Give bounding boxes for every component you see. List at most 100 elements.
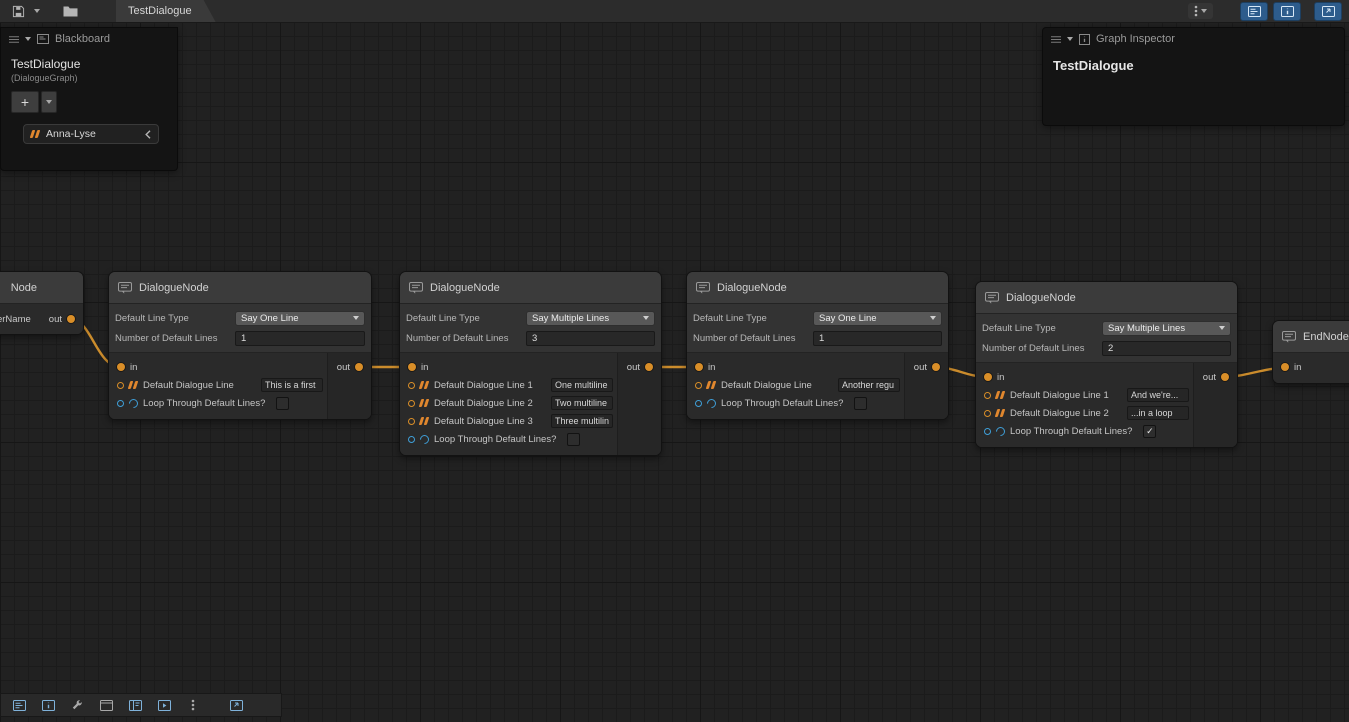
blackboard-graph-name: TestDialogue xyxy=(11,57,177,71)
loop-checkbox[interactable] xyxy=(567,433,580,446)
line-type-value: Say Multiple Lines xyxy=(1108,323,1185,334)
bottom-toolbar xyxy=(0,693,282,717)
line-port[interactable] xyxy=(695,382,702,389)
preview-toggle-button[interactable] xyxy=(1314,2,1342,21)
in-port[interactable] xyxy=(117,363,125,371)
line-type-dropdown[interactable]: Say One Line xyxy=(235,311,365,326)
blackboard-panel-icon xyxy=(13,700,26,711)
preview-play-button[interactable] xyxy=(151,696,177,714)
loop-checkbox[interactable] xyxy=(854,397,867,410)
quote-icon xyxy=(420,417,429,425)
graph-canvas[interactable]: Node kerName out DialogueNode Default Li… xyxy=(0,22,1349,722)
end-node[interactable]: EndNode in xyxy=(1272,320,1349,384)
dialogue-line-field[interactable]: Another regu xyxy=(838,378,900,392)
inspector-panel-button[interactable] xyxy=(35,696,61,714)
count-label: Number of Default Lines xyxy=(115,333,235,344)
node-title-bar[interactable]: DialogueNode xyxy=(976,282,1237,314)
node-title-bar[interactable]: EndNode xyxy=(1273,321,1349,353)
more-options-button[interactable] xyxy=(180,696,206,714)
line-type-dropdown[interactable]: Say One Line xyxy=(813,311,942,326)
window-button[interactable] xyxy=(93,696,119,714)
loop-checkbox[interactable] xyxy=(276,397,289,410)
node-title: EndNode xyxy=(1303,331,1349,343)
dialogue-line-field[interactable]: This is a first xyxy=(261,378,323,392)
out-port[interactable] xyxy=(932,363,940,371)
more-options-icon xyxy=(191,699,195,711)
foldout-caret-icon[interactable] xyxy=(25,37,31,41)
line-port[interactable] xyxy=(117,382,124,389)
dialogue-line-field[interactable]: And we're... xyxy=(1127,388,1189,402)
node-properties: Default Line Type Say Multiple Lines Num… xyxy=(976,314,1237,363)
folder-icon xyxy=(63,6,78,17)
out-port[interactable] xyxy=(67,315,75,323)
count-label: Number of Default Lines xyxy=(693,333,813,344)
loop-icon xyxy=(418,433,431,446)
hamburger-icon[interactable] xyxy=(1051,36,1061,43)
hamburger-icon[interactable] xyxy=(9,36,19,43)
blackboard-toggle-button[interactable] xyxy=(1240,2,1268,21)
add-property-dropdown[interactable] xyxy=(41,91,57,113)
panels-button[interactable] xyxy=(122,696,148,714)
node-title-bar[interactable]: DialogueNode xyxy=(109,272,371,304)
preview-play-icon xyxy=(158,700,171,711)
line-type-dropdown[interactable]: Say Multiple Lines xyxy=(526,311,655,326)
line-port[interactable] xyxy=(408,400,415,407)
graph-tab[interactable]: TestDialogue xyxy=(116,0,216,22)
loop-label: Loop Through Default Lines? xyxy=(434,434,556,445)
open-asset-button[interactable] xyxy=(59,2,82,20)
dialogue-node[interactable]: DialogueNode Default Line Type Say One L… xyxy=(108,271,372,420)
in-port[interactable] xyxy=(695,363,703,371)
in-port[interactable] xyxy=(408,363,416,371)
loop-port[interactable] xyxy=(408,436,415,443)
loop-port[interactable] xyxy=(117,400,124,407)
foldout-caret-icon[interactable] xyxy=(1067,37,1073,41)
line-type-dropdown[interactable]: Say Multiple Lines xyxy=(1102,321,1231,336)
dialogue-line-field[interactable]: Two multiline xyxy=(551,396,613,410)
dialogue-line-field[interactable]: Three multilin xyxy=(551,414,613,428)
more-menu-button[interactable] xyxy=(1188,3,1213,19)
in-port[interactable] xyxy=(1281,363,1289,371)
line-port[interactable] xyxy=(408,418,415,425)
chevron-left-icon[interactable] xyxy=(145,130,151,139)
line-port[interactable] xyxy=(984,392,991,399)
line-port[interactable] xyxy=(984,410,991,417)
node-title: DialogueNode xyxy=(139,282,209,294)
line-label: Default Dialogue Line 1 xyxy=(1010,390,1109,401)
loop-port[interactable] xyxy=(695,400,702,407)
line-port[interactable] xyxy=(408,382,415,389)
loop-checkbox[interactable]: ✓ xyxy=(1143,425,1156,438)
loop-port[interactable] xyxy=(984,428,991,435)
num-lines-field[interactable]: 3 xyxy=(526,331,655,346)
node-title-bar[interactable]: DialogueNode xyxy=(687,272,948,304)
save-button[interactable] xyxy=(8,2,29,20)
blackboard-panel: Blackboard TestDialogue (DialogueGraph) … xyxy=(0,27,178,171)
out-port[interactable] xyxy=(645,363,653,371)
add-property-button[interactable]: + xyxy=(11,91,39,113)
dialogue-node[interactable]: DialogueNode Default Line Type Say One L… xyxy=(686,271,949,420)
node-title-bar[interactable]: Node xyxy=(0,272,83,304)
blackboard-panel-button[interactable] xyxy=(6,696,32,714)
dialogue-line-field[interactable]: One multiline xyxy=(551,378,613,392)
blackboard-header[interactable]: Blackboard xyxy=(1,28,177,50)
out-port[interactable] xyxy=(355,363,363,371)
save-dropdown-button[interactable] xyxy=(31,2,43,20)
blackboard-property[interactable]: Anna-Lyse xyxy=(23,124,159,144)
start-node[interactable]: Node kerName out xyxy=(0,271,84,335)
in-port[interactable] xyxy=(984,373,992,381)
graph-inspector-header[interactable]: Graph Inspector xyxy=(1043,28,1344,50)
dialogue-node[interactable]: DialogueNode Default Line Type Say Multi… xyxy=(399,271,662,456)
num-lines-field[interactable]: 1 xyxy=(235,331,365,346)
num-lines-field[interactable]: 2 xyxy=(1102,341,1231,356)
quote-icon xyxy=(996,391,1005,399)
node-title-bar[interactable]: DialogueNode xyxy=(400,272,661,304)
dialogue-line-field[interactable]: ...in a loop xyxy=(1127,406,1189,420)
line-label: Default Dialogue Line xyxy=(143,380,234,391)
graph-inspector-toggle-button[interactable] xyxy=(1273,2,1301,21)
preferences-button[interactable] xyxy=(64,696,90,714)
blackboard-toggle-icon xyxy=(1248,6,1261,17)
out-port[interactable] xyxy=(1221,373,1229,381)
dialogue-node[interactable]: DialogueNode Default Line Type Say Multi… xyxy=(975,281,1238,448)
num-lines-field[interactable]: 1 xyxy=(813,331,942,346)
in-port-label: in xyxy=(130,362,137,373)
open-external-button[interactable] xyxy=(223,696,249,714)
